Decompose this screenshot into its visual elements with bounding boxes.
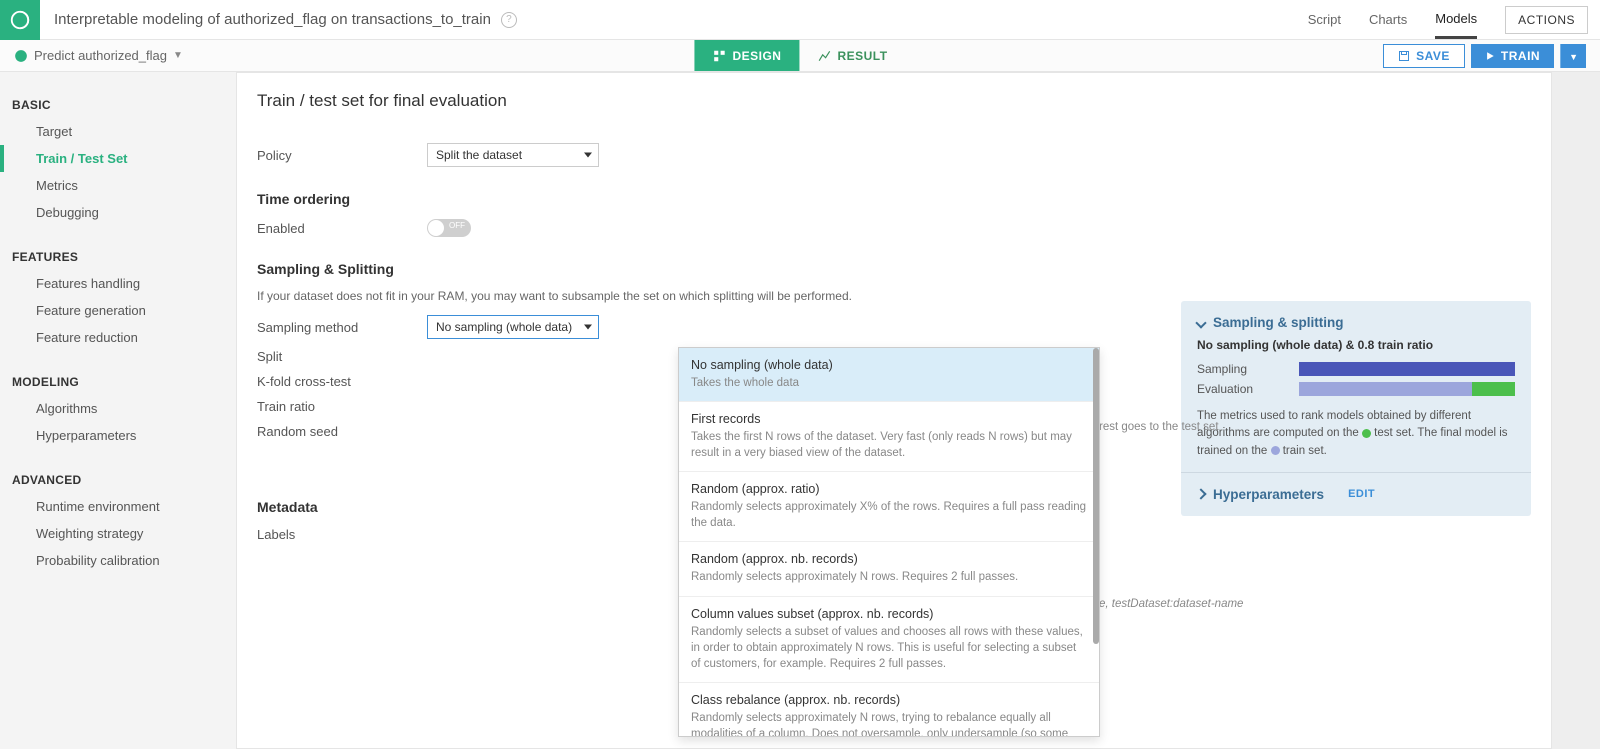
sampling-title: Sampling & Splitting xyxy=(257,261,1133,277)
toggle-off-label: OFF xyxy=(449,221,465,230)
sidebar-item-runtime[interactable]: Runtime environment xyxy=(0,493,236,520)
sidebar-item-target[interactable]: Target xyxy=(0,118,236,145)
option-title: Random (approx. ratio) xyxy=(691,482,1087,496)
sampling-option[interactable]: Column values subset (approx. nb. record… xyxy=(679,597,1099,683)
evaluation-bar-label: Evaluation xyxy=(1197,382,1299,396)
sidebar-item-features-handling[interactable]: Features handling xyxy=(0,270,236,297)
sidebar-item-feature-reduction[interactable]: Feature reduction xyxy=(0,324,236,351)
chevron-right-icon xyxy=(1195,489,1206,500)
sidebar-item-feature-generation[interactable]: Feature generation xyxy=(0,297,236,324)
left-sidebar: BASIC Target Train / Test Set Metrics De… xyxy=(0,72,236,749)
option-desc: Takes the first N rows of the dataset. V… xyxy=(691,429,1087,461)
summary-note: The metrics used to rank models obtained… xyxy=(1197,408,1515,460)
behind-text-labels: ame, testDataset:dataset-name xyxy=(1083,598,1243,610)
predict-breadcrumb[interactable]: Predict authorized_flag ▼ xyxy=(14,48,183,63)
panel-title: Train / test set for final evaluation xyxy=(257,91,1133,111)
chevron-down-icon xyxy=(1195,317,1206,328)
sampling-method-dropdown[interactable]: No sampling (whole data) Takes the whole … xyxy=(678,347,1100,737)
option-title: Random (approx. nb. records) xyxy=(691,552,1087,566)
time-ordering-title: Time ordering xyxy=(257,191,1133,207)
sidebar-group-advanced: ADVANCED xyxy=(0,467,236,493)
sidebar-group-features: FEATURES xyxy=(0,244,236,270)
page-title: Interpretable modeling of authorized_fla… xyxy=(54,11,491,28)
page-title-bar: Interpretable modeling of authorized_fla… xyxy=(54,11,1308,28)
predict-label: Predict authorized_flag xyxy=(34,48,167,63)
sampling-bar-label: Sampling xyxy=(1197,362,1299,376)
dot-purple-icon xyxy=(1271,446,1280,455)
option-desc: Randomly selects approximately N rows. R… xyxy=(691,569,1087,585)
option-desc: Takes the whole data xyxy=(691,375,1087,391)
actions-button[interactable]: ACTIONS xyxy=(1505,6,1588,34)
train-dropdown-button[interactable]: ▼ xyxy=(1560,44,1586,68)
split-label: Split xyxy=(257,349,427,364)
summary-hyper-header[interactable]: Hyperparameters EDIT xyxy=(1197,487,1515,502)
save-button[interactable]: SAVE xyxy=(1383,44,1465,68)
policy-label: Policy xyxy=(257,148,427,163)
random-seed-label: Random seed xyxy=(257,424,427,439)
enabled-toggle[interactable]: OFF xyxy=(427,219,471,237)
sampling-method-select[interactable]: No sampling (whole data) xyxy=(427,315,599,339)
sidebar-item-weighting[interactable]: Weighting strategy xyxy=(0,520,236,547)
option-desc: Randomly selects a subset of values and … xyxy=(691,624,1087,672)
nav-models[interactable]: Models xyxy=(1435,1,1477,39)
option-title: No sampling (whole data) xyxy=(691,358,1087,372)
sidebar-item-probability[interactable]: Probability calibration xyxy=(0,547,236,574)
nav-script[interactable]: Script xyxy=(1308,2,1341,37)
sidebar-item-metrics[interactable]: Metrics xyxy=(0,172,236,199)
divider xyxy=(1181,472,1531,473)
scrollbar[interactable] xyxy=(1093,348,1099,644)
policy-select[interactable]: Split the dataset xyxy=(427,143,599,167)
option-title: Column values subset (approx. nb. record… xyxy=(691,607,1087,621)
option-desc: Randomly selects approximately X% of the… xyxy=(691,499,1087,531)
tab-design[interactable]: DESIGN xyxy=(694,40,799,71)
option-desc: Randomly selects approximately N rows, t… xyxy=(691,710,1087,737)
train-part xyxy=(1299,382,1472,396)
help-icon[interactable]: ? xyxy=(501,12,517,28)
toggle-knob xyxy=(428,220,444,236)
app-logo[interactable] xyxy=(0,0,40,40)
chevron-down-icon xyxy=(584,325,592,330)
sampling-bar xyxy=(1299,362,1515,376)
summary-subtitle: No sampling (whole data) & 0.8 train rat… xyxy=(1197,338,1515,352)
chevron-down-icon xyxy=(584,153,592,158)
sampling-option[interactable]: No sampling (whole data) Takes the whole … xyxy=(679,348,1099,402)
edit-hyperparameters-link[interactable]: EDIT xyxy=(1348,488,1375,500)
labels-label: Labels xyxy=(257,527,427,542)
summary-sampling-header[interactable]: Sampling & splitting xyxy=(1197,315,1515,330)
train-button[interactable]: TRAIN xyxy=(1471,44,1554,68)
option-title: First records xyxy=(691,412,1087,426)
sampling-method-label: Sampling method xyxy=(257,320,427,335)
sampling-option[interactable]: Class rebalance (approx. nb. records) Ran… xyxy=(679,683,1099,737)
sidebar-group-modeling: MODELING xyxy=(0,369,236,395)
sampling-option[interactable]: Random (approx. ratio) Randomly selects a… xyxy=(679,472,1099,542)
evaluation-bar xyxy=(1299,382,1515,396)
sidebar-item-hyperparameters[interactable]: Hyperparameters xyxy=(0,422,236,449)
sidebar-item-debugging[interactable]: Debugging xyxy=(0,199,236,226)
chevron-down-icon: ▼ xyxy=(1569,52,1578,62)
sampling-option[interactable]: Random (approx. nb. records) Randomly sel… xyxy=(679,542,1099,596)
enabled-label: Enabled xyxy=(257,221,427,236)
test-part xyxy=(1472,382,1515,396)
sidebar-group-basic: BASIC xyxy=(0,92,236,118)
nav-charts[interactable]: Charts xyxy=(1369,2,1407,37)
sidebar-item-traintest[interactable]: Train / Test Set xyxy=(0,145,236,172)
sidebar-item-algorithms[interactable]: Algorithms xyxy=(0,395,236,422)
sampling-hint: If your dataset does not fit in your RAM… xyxy=(257,289,1133,303)
sampling-option[interactable]: First records Takes the first N rows of t… xyxy=(679,402,1099,472)
dot-green-icon xyxy=(1362,429,1371,438)
chevron-down-icon: ▼ xyxy=(173,50,183,61)
behind-text-train: he rest goes to the test set xyxy=(1083,421,1219,433)
train-ratio-label: Train ratio xyxy=(257,399,427,414)
option-title: Class rebalance (approx. nb. records) xyxy=(691,693,1087,707)
tab-result[interactable]: RESULT xyxy=(799,40,905,71)
summary-sampling-box: Sampling & splitting No sampling (whole … xyxy=(1181,301,1531,516)
kfold-label: K-fold cross-test xyxy=(257,374,427,389)
